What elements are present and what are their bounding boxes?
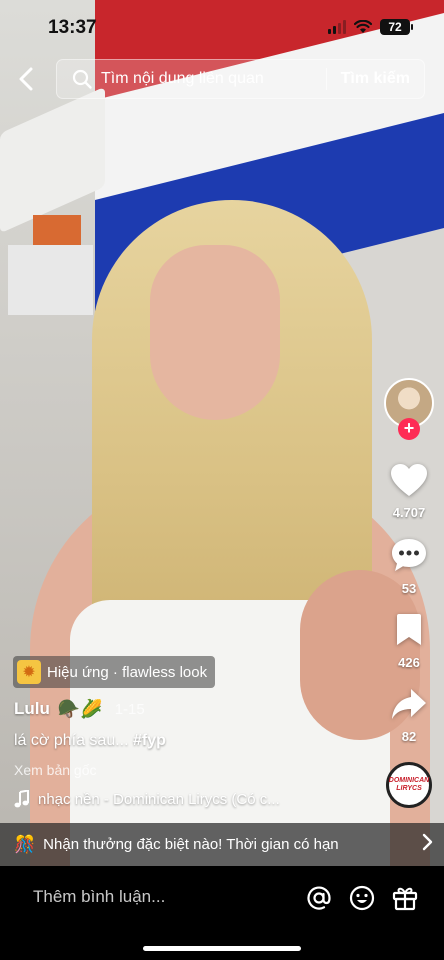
like-count: 4.707 [392,505,426,520]
effect-tag[interactable]: ✹ Hiệu ứng · flawless look [13,656,216,688]
chevron-right-icon [410,833,444,856]
search-icon [72,69,92,89]
signal-icon [328,20,346,34]
status-time: 13:37 [48,17,97,38]
author-row: Lulu 🪖🌽 1-15 [14,699,145,719]
emoji-icon[interactable] [348,884,376,912]
wifi-icon [354,20,372,33]
music-disc[interactable]: DOMINICAN LIRYCS [386,762,432,808]
comment-count: 53 [401,581,417,596]
search-button[interactable]: Tìm kiếm [327,70,424,88]
search-bar[interactable]: Tìm nội dung liên quan Tìm kiếm [56,59,425,99]
follow-button[interactable]: + [398,418,420,440]
sound-link[interactable]: nhạc nền - Dominican Lirycs (Có c... [14,790,280,808]
comment-button[interactable]: 53 [384,536,434,596]
sound-name: nhạc nền - Dominican Lirycs (Có c... [38,790,280,808]
gift-icon[interactable] [391,884,419,912]
author-name[interactable]: Lulu [14,699,50,719]
back-button[interactable] [14,65,40,93]
post-date: 1-15 [114,700,145,718]
wall-pennants [8,245,93,315]
heart-icon [391,464,427,496]
status-icons: 72 [328,19,413,35]
sparkle-icon: ✹ [17,660,41,684]
effect-label: Hiệu ứng · flawless look [47,663,208,681]
search-input[interactable]: Tìm nội dung liên quan [101,70,326,88]
mention-icon[interactable] [305,884,333,912]
see-original-link[interactable]: Xem bản gốc [14,762,97,778]
bookmark-icon [397,614,421,645]
chevron-left-icon [19,67,33,91]
share-count: 82 [401,729,417,744]
music-disc-label-2: LIRYCS [396,785,422,792]
comment-icon [392,539,426,571]
hashtag-link[interactable]: #fyp [133,732,166,749]
person-face [150,245,280,420]
comment-input[interactable]: Thêm bình luận... [33,887,165,907]
share-button[interactable]: 82 [384,686,434,744]
confetti-icon: 🎊 [14,834,36,854]
music-disc-label-1: DOMINICAN [388,777,430,784]
like-button[interactable]: 4.707 [384,462,434,520]
music-note-icon [14,790,29,808]
author-emojis: 🪖🌽 [57,699,103,719]
promo-text: Nhận thưởng đặc biệt nào! Thời gian có h… [43,836,339,853]
caption-text: lá cờ phía sau... [14,732,133,749]
battery-indicator: 72 [380,19,413,35]
share-icon [392,689,426,719]
home-indicator [143,946,301,951]
status-bar: 13:37 72 [0,0,444,56]
promo-banner[interactable]: 🎊 Nhận thưởng đặc biệt nào! Thời gian có… [0,823,444,866]
caption: lá cờ phía sau... #fyp [14,732,166,750]
save-count: 426 [398,655,420,670]
save-button[interactable]: 426 [384,612,434,670]
comment-bar: Thêm bình luận... [0,866,444,960]
air-conditioner [0,86,105,234]
